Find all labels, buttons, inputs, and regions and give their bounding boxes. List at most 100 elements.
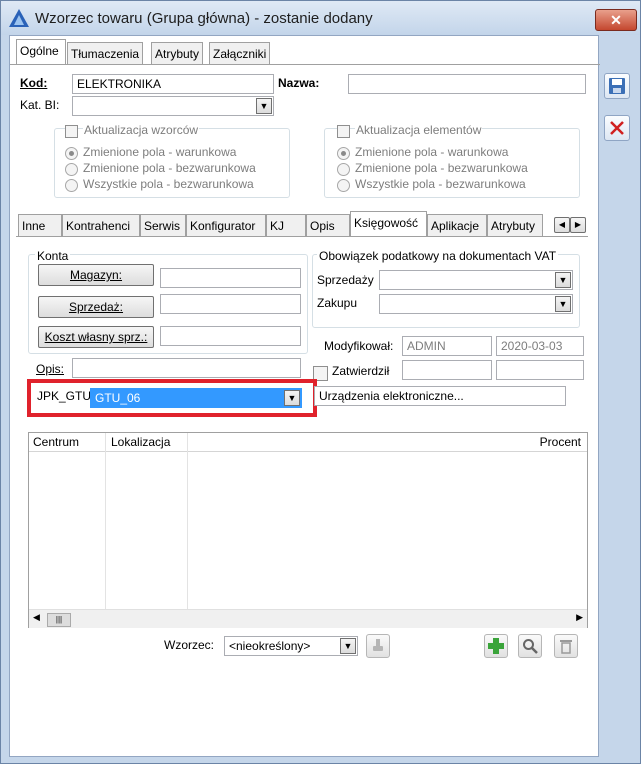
wzorcow-radio-2[interactable]: [65, 163, 78, 176]
cancel-button[interactable]: [604, 115, 630, 141]
tab-scroll-right-button[interactable]: ▶: [570, 217, 586, 233]
tab-scroll-left-button[interactable]: ◀: [554, 217, 570, 233]
tab-zalaczniki[interactable]: Załączniki: [209, 42, 271, 64]
wzorcow-radio-1[interactable]: [65, 147, 78, 160]
lokalizacja-table: Centrum Lokalizacja Procent ◀ ||| ▶: [28, 432, 588, 628]
jpk-gtu-description: Urządzenia elektroniczne...: [314, 386, 566, 406]
konta-title: Konta: [35, 249, 71, 263]
window-title: Wzorzec towaru (Grupa główna) - zostanie…: [35, 10, 373, 27]
sprzedaz-input[interactable]: [160, 294, 301, 314]
zakupu-label: Zakupu: [317, 296, 358, 310]
chevron-down-icon[interactable]: ▼: [256, 98, 272, 114]
aktualizacja-wzorcow-label: Aktualizacja wzorców: [83, 123, 200, 137]
column-centrum[interactable]: Centrum: [33, 435, 79, 449]
tab-kontrahenci[interactable]: Kontrahenci: [62, 214, 140, 236]
inner-tab-divider: [16, 236, 588, 237]
vat-title: Obowiązek podatkowy na dokumentach VAT: [317, 249, 559, 263]
horizontal-scrollbar[interactable]: ◀ ||| ▶: [29, 609, 587, 628]
scroll-left-arrow-icon[interactable]: ◀: [33, 612, 40, 623]
column-procent[interactable]: Procent: [540, 435, 581, 449]
jpk-gtu-select[interactable]: GTU_06 ▼: [90, 388, 302, 408]
elementow-option-1: Zmienione pola - warunkowa: [355, 145, 509, 159]
close-button[interactable]: ✕: [595, 9, 637, 31]
elementow-option-3: Wszystkie pola - bezwarunkowa: [355, 177, 526, 191]
save-button[interactable]: [604, 73, 630, 99]
wzorzec-apply-button[interactable]: [366, 634, 390, 658]
trash-icon: [560, 640, 572, 654]
koszt-input[interactable]: [160, 326, 301, 346]
zakupu-select[interactable]: ▼: [379, 294, 573, 314]
koszt-label: Koszt własny sprz.:: [44, 330, 148, 344]
delete-button[interactable]: [554, 634, 578, 658]
scroll-right-arrow-icon[interactable]: ▶: [576, 612, 583, 623]
column-separator: [187, 433, 188, 609]
elementow-option-2: Zmienione pola - bezwarunkowa: [355, 161, 528, 175]
scroll-thumb[interactable]: |||: [47, 613, 71, 627]
column-lokalizacja[interactable]: Lokalizacja: [111, 435, 170, 449]
sprzedaz-label: Sprzedaż:: [68, 300, 124, 314]
chevron-down-icon[interactable]: ▼: [555, 296, 571, 312]
tab-serwis[interactable]: Serwis: [140, 214, 186, 236]
wzorcow-option-3: Wszystkie pola - bezwarunkowa: [83, 177, 254, 191]
wzorzec-label: Wzorzec:: [164, 638, 215, 652]
nazwa-label: Nazwa:: [278, 76, 320, 90]
katbi-label: Kat. BI:: [20, 98, 60, 112]
tab-konfigurator[interactable]: Konfigurator: [186, 214, 266, 236]
elementow-radio-2[interactable]: [337, 163, 350, 176]
wzorcow-group: Aktualizacja wzorców Zmienione pola - wa…: [54, 123, 290, 198]
dialog-window: Wzorzec towaru (Grupa główna) - zostanie…: [0, 0, 641, 764]
tab-ogolne[interactable]: Ogólne: [16, 39, 66, 64]
modyfikowal-user-input: ADMIN: [402, 336, 492, 356]
tab-atrybuty[interactable]: Atrybuty: [151, 42, 204, 64]
aktualizacja-wzorcow-checkbox[interactable]: [65, 125, 78, 138]
zatwierdzil-user-input: [402, 360, 492, 380]
red-x-icon: [610, 121, 624, 135]
wzorcow-option-1: Zmienione pola - warunkowa: [83, 145, 237, 159]
elementow-radio-3[interactable]: [337, 179, 350, 192]
zatwierdzil-label: Zatwierdził: [332, 364, 390, 378]
aktualizacja-elementow-checkbox[interactable]: [337, 125, 350, 138]
chevron-down-icon[interactable]: ▼: [284, 390, 300, 406]
zatwierdzil-date-input: [496, 360, 584, 380]
tab-atrybuty-inner[interactable]: Atrybuty: [487, 214, 543, 236]
magazyn-label: Magazyn:: [69, 268, 123, 282]
jpk-gtu-label: JPK_GTU:: [37, 389, 95, 403]
elementow-radio-1[interactable]: [337, 147, 350, 160]
chevron-down-icon[interactable]: ▼: [555, 272, 571, 288]
plus-icon: [488, 638, 504, 654]
modyfikowal-date-input: 2020-03-03: [496, 336, 584, 356]
sprzedaz-button[interactable]: Sprzedaż:: [38, 296, 154, 318]
sprzedazy-label: Sprzedaży: [317, 273, 374, 287]
vat-group: Obowiązek podatkowy na dokumentach VAT: [312, 249, 580, 328]
tab-kj[interactable]: KJ: [266, 214, 306, 236]
stamp-icon: [373, 639, 383, 651]
magnifier-icon: [523, 639, 538, 654]
opis-input[interactable]: [72, 358, 301, 378]
kod-label: Kod:: [20, 76, 48, 90]
koszt-button[interactable]: Koszt własny sprz.:: [38, 326, 154, 348]
nazwa-input[interactable]: [348, 74, 586, 94]
tab-opis[interactable]: Opis: [306, 214, 350, 236]
search-button[interactable]: [518, 634, 542, 658]
magazyn-input[interactable]: [160, 268, 301, 288]
modyfikowal-label: Modyfikował:: [324, 339, 394, 353]
magazyn-button[interactable]: Magazyn:: [38, 264, 154, 286]
table-header: Centrum Lokalizacja Procent: [29, 433, 587, 452]
title-bar: Wzorzec towaru (Grupa główna) - zostanie…: [1, 1, 640, 35]
katbi-select[interactable]: ▼: [72, 96, 274, 116]
tab-divider: [10, 64, 600, 65]
wzorcow-radio-3[interactable]: [65, 179, 78, 192]
tab-inne[interactable]: Inne: [18, 214, 62, 236]
add-button[interactable]: [484, 634, 508, 658]
tab-tlumaczenia[interactable]: Tłumaczenia: [67, 42, 144, 64]
column-separator: [105, 433, 106, 609]
opis-label: Opis:: [36, 362, 65, 376]
chevron-down-icon[interactable]: ▼: [340, 638, 356, 654]
kod-input[interactable]: ELEKTRONIKA: [72, 74, 274, 94]
wzorzec-value: <nieokreślony>: [229, 639, 311, 653]
tab-ksiegowosc[interactable]: Księgowość: [350, 211, 427, 236]
aktualizacja-elementow-label: Aktualizacja elementów: [355, 123, 483, 137]
sprzedazy-select[interactable]: ▼: [379, 270, 573, 290]
tab-aplikacje[interactable]: Aplikacje: [427, 214, 487, 236]
wzorzec-select[interactable]: <nieokreślony> ▼: [224, 636, 358, 656]
